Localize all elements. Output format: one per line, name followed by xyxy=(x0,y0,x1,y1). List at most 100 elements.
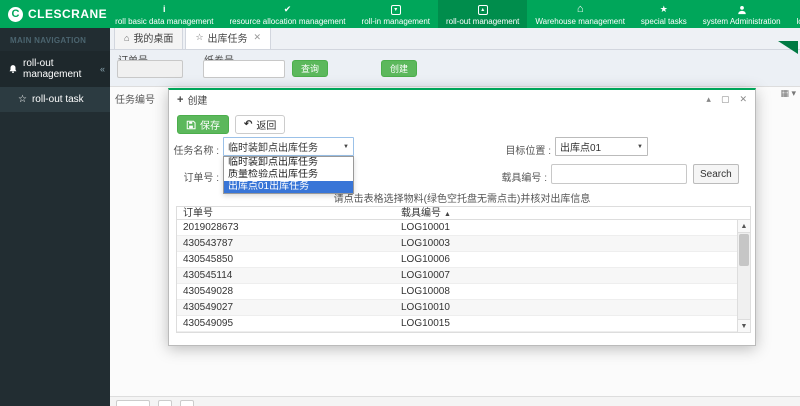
nav-roll-out-management[interactable]: ▴ roll-out management xyxy=(438,0,528,28)
chevron-down-icon: ▼ xyxy=(343,143,349,150)
dropdown-option[interactable]: 出库点01出库任务 xyxy=(224,181,353,193)
nav-label: system Administration xyxy=(702,16,781,26)
window-controls: ▴ ▢ ✕ xyxy=(706,94,747,105)
brand-text: CLESCRANE xyxy=(28,7,108,21)
chevron-down-icon: ▼ xyxy=(637,143,643,150)
topbar: C CLESCRANE i roll basic data management… xyxy=(0,0,800,28)
table-row[interactable]: 430549028 LOG10008 xyxy=(177,284,750,300)
table-header-row: 订单号 载具编号 ▲ xyxy=(177,207,750,220)
page-size-select[interactable] xyxy=(116,400,150,406)
nav-label: roll-out management xyxy=(446,16,520,26)
save-button[interactable]: 保存 xyxy=(177,115,229,134)
nav-system-administration[interactable]: system Administration xyxy=(695,0,789,28)
nav-resource-allocation-management[interactable]: ✔ resource allocation management xyxy=(221,0,353,28)
table-row[interactable]: 430543787 LOG10003 xyxy=(177,236,750,252)
tab-label: 出库任务 xyxy=(207,34,248,45)
scrollbar-thumb[interactable] xyxy=(739,234,749,266)
nav-roll-basic-data-management[interactable]: i roll basic data management xyxy=(107,0,221,28)
tab-outbound-task[interactable]: ☆ 出库任务 ✕ xyxy=(185,25,272,49)
top-menu: i roll basic data management ✔ resource … xyxy=(107,0,800,28)
tab-my-desktop[interactable]: ⌂ 我的桌面 xyxy=(114,25,184,49)
table-cell: 430549028 xyxy=(183,286,234,297)
check-icon: ✔ xyxy=(283,4,292,14)
table-row[interactable]: 2019028673 LOG10001 xyxy=(177,220,750,236)
nav-log-management[interactable]: ▤ log management xyxy=(789,0,800,28)
table-cell: 430549027 xyxy=(183,302,234,313)
nav-label: roll basic data management xyxy=(115,16,214,26)
tab-label: 我的桌面 xyxy=(133,34,174,45)
table-cell: 430543787 xyxy=(183,238,234,249)
dropdown-option[interactable]: 临时装卸点出库任务 xyxy=(224,157,353,169)
scroll-up-icon[interactable]: ▲ xyxy=(738,220,750,233)
carrier-no-label: 载具编号 : xyxy=(501,173,547,184)
target-location-select[interactable]: 出库点01 ▼ xyxy=(555,137,648,156)
task-name-label: 任务名称 : xyxy=(173,146,219,157)
save-icon xyxy=(186,120,196,129)
sidebar-item-roll-out-task[interactable]: ☆ roll-out task xyxy=(0,87,110,112)
warehouse-icon: ⌂ xyxy=(576,3,584,15)
task-name-value: 临时装卸点出库任务 xyxy=(228,143,318,154)
table-cell: LOG10008 xyxy=(401,286,450,297)
order-no-input[interactable] xyxy=(117,60,183,78)
roll-no-input[interactable] xyxy=(203,60,285,78)
modal-table-body: 2019028673 LOG10001 430543787 LOG10003 43054… xyxy=(177,220,750,332)
dropdown-option[interactable]: 质量检验点出库任务 xyxy=(224,169,353,181)
brand-logo[interactable]: C CLESCRANE xyxy=(0,0,108,28)
task-name-select[interactable]: 临时装卸点出库任务 ▼ xyxy=(223,137,354,156)
carrier-no-input[interactable] xyxy=(551,164,687,184)
search-button[interactable]: Search xyxy=(693,164,739,184)
modal-order-no-label: 订单号 : xyxy=(183,173,219,184)
sidebar-item-label: roll-out management xyxy=(23,58,82,80)
create-button[interactable]: 创建 xyxy=(381,60,418,77)
table-row[interactable]: 430549095 LOG10015 xyxy=(177,316,750,332)
table-row[interactable]: 430545114 LOG10007 xyxy=(177,268,750,284)
query-button[interactable]: 查询 xyxy=(292,60,329,77)
nav-label: roll-in management xyxy=(361,16,431,26)
close-icon[interactable]: ✕ xyxy=(739,94,747,105)
task-no-column-header: 任务编号 xyxy=(115,95,155,106)
minimize-icon[interactable]: ▴ xyxy=(706,94,711,105)
scroll-down-icon[interactable]: ▼ xyxy=(738,319,750,332)
nav-label: resource allocation management xyxy=(229,16,346,26)
pagination-fragment[interactable] xyxy=(110,396,800,406)
target-location-label: 目标位置 : xyxy=(505,146,551,157)
table-cell: LOG10006 xyxy=(401,254,450,265)
nav-special-tasks[interactable]: ★ special tasks xyxy=(633,0,695,28)
plus-icon: + xyxy=(177,93,184,106)
create-task-modal: + 创建 ▴ ▢ ✕ 保存 ↶ 返回 任务名称 : 临时装卸点出库任务 ▼ 目标… xyxy=(168,88,756,346)
nav-label: log management xyxy=(796,16,800,26)
back-button[interactable]: ↶ 返回 xyxy=(235,115,286,134)
nav-warehouse-management[interactable]: ⌂ Warehouse management xyxy=(527,0,633,28)
table-row[interactable]: 430549027 LOG10010 xyxy=(177,300,750,316)
maximize-icon[interactable]: ▢ xyxy=(721,94,730,105)
close-icon[interactable]: ✕ xyxy=(254,32,262,43)
nav-roll-in-management[interactable]: ▾ roll-in management xyxy=(354,0,438,28)
angle-double-icon: « xyxy=(99,64,105,74)
page-nav-button[interactable] xyxy=(158,400,172,406)
star-outline-icon: ☆ xyxy=(18,94,27,105)
corner-ribbon[interactable] xyxy=(778,41,798,54)
sidebar-item-roll-out-management[interactable]: roll-out management « xyxy=(0,51,110,87)
page-nav-button[interactable] xyxy=(180,400,194,406)
clescrane-logo-icon: C xyxy=(8,6,23,22)
sidebar-heading: MAIN NAVIGATION xyxy=(10,36,87,45)
sidebar: MAIN NAVIGATION roll-out management « ☆ … xyxy=(0,28,110,406)
vertical-scrollbar[interactable]: ▲ ▼ xyxy=(737,220,750,332)
table-cell: LOG10007 xyxy=(401,270,450,281)
column-header-carrier-no[interactable]: 载具编号 ▲ xyxy=(395,207,750,219)
back-arrow-icon: ↶ xyxy=(244,119,253,130)
star-outline-icon: ☆ xyxy=(195,32,204,42)
column-header-order-no[interactable]: 订单号 xyxy=(177,207,395,219)
bell-icon xyxy=(8,64,18,74)
home-icon: ⌂ xyxy=(124,32,130,43)
box-arrow-down-icon: ▾ xyxy=(390,4,401,16)
material-table: 订单号 载具编号 ▲ 2019028673 LOG10001 430543787 LOG… xyxy=(176,206,751,333)
table-cell: LOG10003 xyxy=(401,238,450,249)
table-cell: 430545850 xyxy=(183,254,234,265)
star-icon: ★ xyxy=(659,4,668,14)
table-cell: 430545114 xyxy=(183,270,233,281)
modal-header: + 创建 ▴ ▢ ✕ xyxy=(169,90,755,109)
task-name-dropdown-list: 临时装卸点出库任务 质量检验点出库任务 出库点01出库任务 xyxy=(223,156,354,194)
column-chooser-icon[interactable]: ▦ ▾ xyxy=(780,88,796,99)
table-row[interactable]: 430545850 LOG10006 xyxy=(177,252,750,268)
